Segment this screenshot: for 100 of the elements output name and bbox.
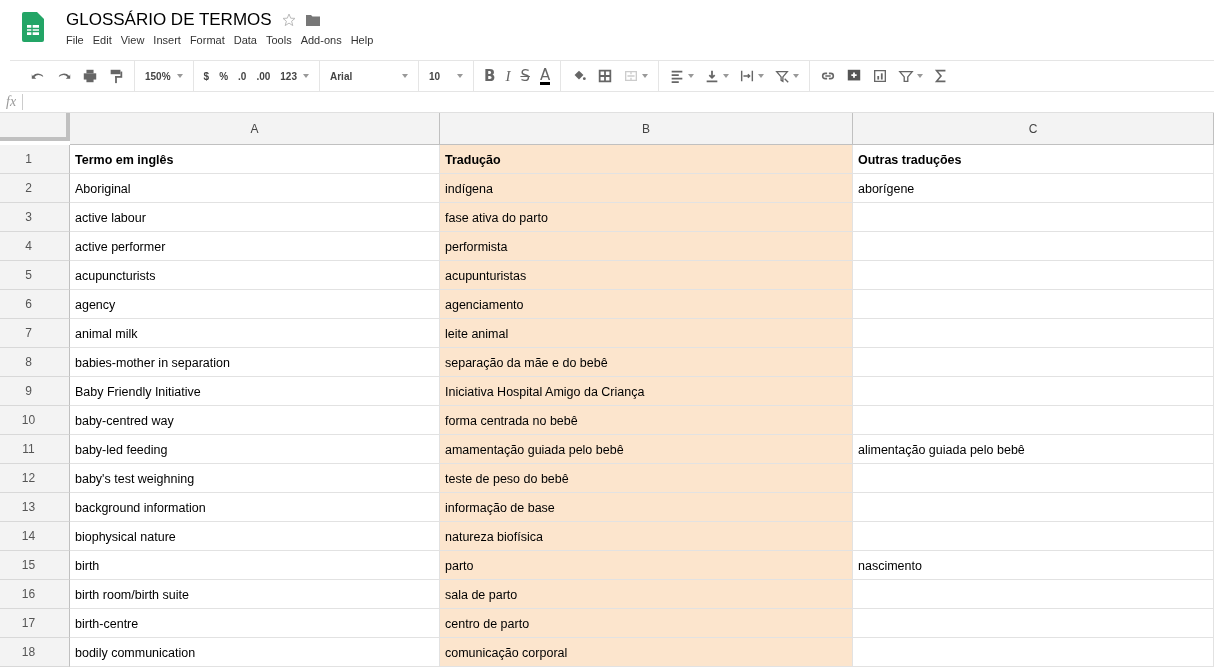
row-header[interactable]: 7 [0,319,70,348]
table-cell: active labour [70,203,440,232]
row-header[interactable]: 18 [0,638,70,667]
grid-icon[interactable] [597,68,614,84]
table-cell: baby-centred way [70,406,440,435]
bar-chart-icon[interactable] [872,68,889,84]
column-header[interactable]: B [440,113,853,145]
table-cell: bodily communication [70,638,440,667]
table-cell: agenciamento [440,290,853,319]
table-cell: centro de parto [440,609,853,638]
table-cell: Tradução [440,145,853,174]
italic-button[interactable]: I [505,67,511,85]
format-button[interactable]: .00 [256,70,271,82]
font-size-dropdown[interactable]: 10 [429,70,463,82]
format-button[interactable]: .0 [238,70,247,82]
caret-icon[interactable] [642,74,649,78]
table-cell: birth [70,551,440,580]
table-cell: Iniciativa Hospital Amigo da Criança [440,377,853,406]
row-header[interactable]: 3 [0,203,70,232]
paint-roller-icon[interactable] [108,68,124,84]
caret-icon[interactable] [758,74,765,78]
menu-item[interactable]: Data [233,34,257,46]
format-button[interactable]: % [219,70,229,82]
menu-item[interactable]: Add-ons [300,34,342,46]
table-cell: performista [440,232,853,261]
table-cell: informação de base [440,493,853,522]
row-header[interactable]: 10 [0,406,70,435]
row-header[interactable]: 9 [0,377,70,406]
table-cell: leite animal [440,319,853,348]
star-icon[interactable] [281,13,296,27]
dropdown-button[interactable]: 150% [145,70,183,82]
table-cell: Outras traduções [853,145,1214,174]
table-cell: sala de parto [440,580,853,609]
format-button[interactable]: $ [203,70,210,82]
table-cell: comunicação corporal [440,638,853,667]
caret-icon[interactable] [793,74,800,78]
table-cell: amamentação guiada pelo bebê [440,435,853,464]
table-cell: teste de peso do bebê [440,464,853,493]
menu-item[interactable]: Edit [92,34,112,46]
table-cell: birth room/birth suite [70,580,440,609]
row-header[interactable]: 2 [0,174,70,203]
column-header[interactable]: C [853,113,1214,145]
dropdown-button[interactable]: 123 [280,70,309,82]
wrap-icon[interactable] [739,68,756,84]
table-cell: alimentação guiada pelo bebê [853,435,1214,464]
table-cell: baby's test weighning [70,464,440,493]
row-header[interactable]: 12 [0,464,70,493]
caret-icon [176,74,183,78]
row-header[interactable]: 14 [0,522,70,551]
table-cell: agency [70,290,440,319]
row-header[interactable]: 16 [0,580,70,609]
table-cell: natureza biofísica [440,522,853,551]
caret-icon[interactable] [723,74,730,78]
text-color-button[interactable]: A [539,67,551,85]
menu-item[interactable]: Tools [265,34,292,46]
menu-item[interactable]: Format [189,34,225,46]
table-cell: birth-centre [70,609,440,638]
table-cell: babies-mother in separation [70,348,440,377]
printer-icon[interactable] [82,68,98,84]
spreadsheet-logo-icon[interactable] [22,12,44,42]
row-header[interactable]: 5 [0,261,70,290]
row-header[interactable]: 13 [0,493,70,522]
table-cell: baby-led feeding [70,435,440,464]
table-cell: Termo em inglês [70,145,440,174]
table-cell: separação da mãe e do bebê [440,348,853,377]
strikethrough-button[interactable]: S [520,67,530,85]
table-cell: acupunturistas [440,261,853,290]
table-cell: nascimento [853,551,1214,580]
table-cell: Aboriginal [70,174,440,203]
document-title[interactable]: GLOSSÁRIO DE TERMOS [66,10,272,30]
table-cell: background information [70,493,440,522]
funnel-line-icon[interactable] [774,68,791,84]
caret-icon[interactable] [917,74,924,78]
folder-icon[interactable] [305,14,320,26]
table-cell: biophysical nature [70,522,440,551]
caret-icon[interactable] [688,74,695,78]
table-cell: indígena [440,174,853,203]
caret-icon [457,74,463,78]
row-header[interactable]: 15 [0,551,70,580]
row-header[interactable]: 6 [0,290,70,319]
filter-icon[interactable] [898,68,915,84]
caret-icon [303,74,309,78]
table-cell: animal milk [70,319,440,348]
column-header[interactable]: A [70,113,440,145]
row-header[interactable]: 1 [0,145,70,174]
table-cell: fase ativa do parto [440,203,853,232]
menu-item[interactable]: File [66,34,84,46]
row-header[interactable]: 4 [0,232,70,261]
table-cell: parto [440,551,853,580]
menu-item[interactable]: Insert [153,34,181,46]
row-header[interactable]: 8 [0,348,70,377]
table-cell: active performer [70,232,440,261]
caret-icon [402,74,408,78]
bold-button[interactable]: B [484,67,496,85]
menu-item[interactable]: View [120,34,145,46]
font-dropdown[interactable]: Arial [330,70,408,82]
table-cell: aborígene [853,174,1214,203]
menu-item[interactable]: Help [350,34,374,46]
row-header[interactable]: 11 [0,435,70,464]
row-header[interactable]: 17 [0,609,70,638]
